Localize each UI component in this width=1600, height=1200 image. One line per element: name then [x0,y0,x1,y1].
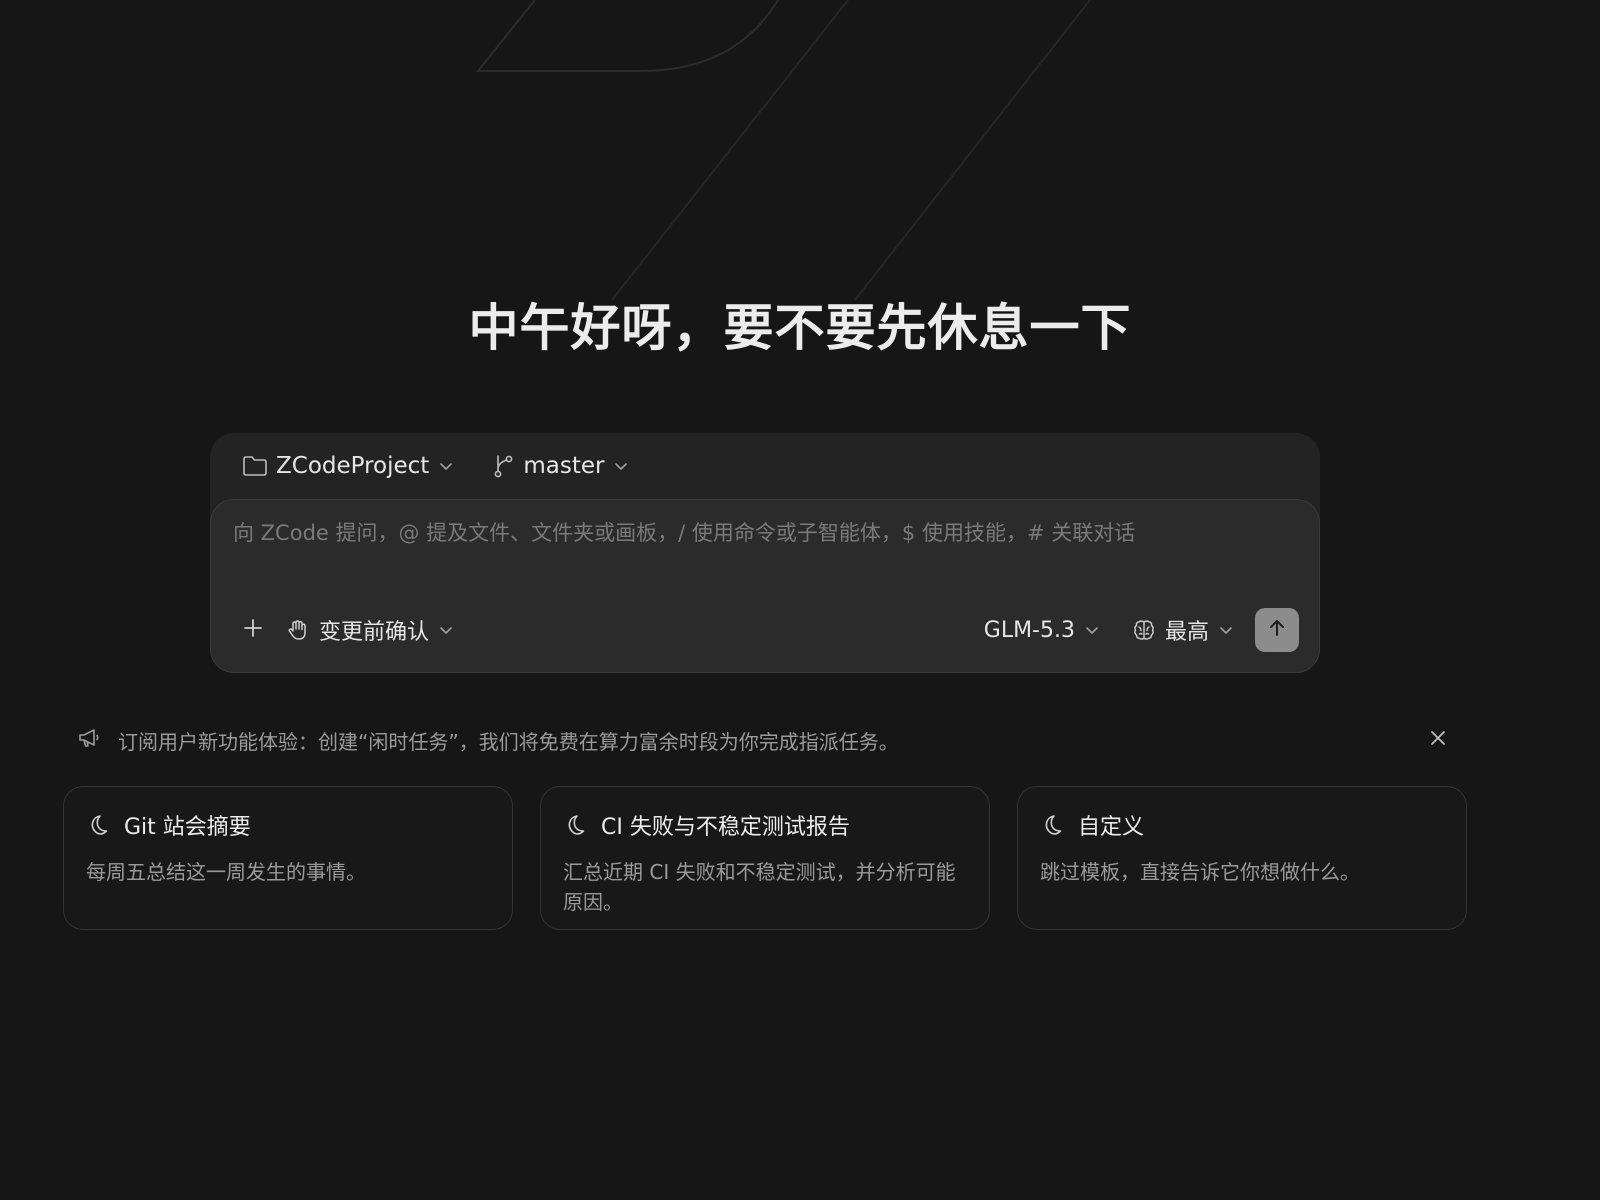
card-title: Git 站会摘要 [124,815,251,840]
moon-icon [86,813,110,837]
template-card-ci-report[interactable]: CI 失败与不稳定测试报告 汇总近期 CI 失败和不稳定测试，并分析可能原因。 [540,786,990,930]
composer-context-bar: ZCodeProject master [210,433,1320,499]
close-notice-button[interactable] [1420,722,1456,758]
notice-text: 订阅用户新功能体验：创建“闲时任务”，我们将免费在算力富余时段为你完成指派任务。 [118,729,899,754]
chevron-down-icon [1219,625,1233,635]
brain-icon [1131,617,1157,643]
task-template-cards: Git 站会摘要 每周五总结这一周发生的事情。 CI 失败与不稳定测试报告 汇总… [63,786,1467,930]
card-title: 自定义 [1078,815,1145,840]
chevron-down-icon [614,461,628,471]
megaphone-icon [76,725,102,755]
moon-icon [1040,813,1064,837]
model-selector[interactable]: GLM-5.3 [984,618,1099,643]
arrow-up-icon [1266,617,1288,643]
plus-icon [242,617,264,643]
branch-selector[interactable]: master [493,453,628,479]
feature-notice: 订阅用户新功能体验：创建“闲时任务”，我们将免费在算力富余时段为你完成指派任务。 [76,722,1456,758]
card-title: CI 失败与不稳定测试报告 [601,815,850,840]
template-card-git-standup[interactable]: Git 站会摘要 每周五总结这一周发生的事情。 [63,786,513,930]
chevron-down-icon [439,461,453,471]
moon-icon [563,813,587,837]
page-title: 中午好呀，要不要先休息一下 [468,299,1132,357]
chevron-down-icon [1085,625,1099,635]
reasoning-effort-label: 最高 [1164,620,1209,645]
hand-icon [285,617,311,643]
add-attachment-button[interactable] [231,608,275,652]
send-button[interactable] [1255,608,1299,652]
prompt-input[interactable] [231,512,1295,554]
composer: ZCodeProject master 向 ZCode 提问，@ 提及文件、文件… [210,433,1320,673]
chevron-down-icon [439,625,453,635]
model-label: GLM-5.3 [983,617,1075,643]
card-description: 跳过模板，直接告诉它你想做什么。 [1040,860,1360,884]
folder-icon [242,455,268,477]
project-label: ZCodeProject [276,453,430,479]
template-card-custom[interactable]: 自定义 跳过模板，直接告诉它你想做什么。 [1017,786,1467,930]
app-window: 中午好呀，要不要先休息一下 ZCodeProject master 向 ZCod… [0,0,1600,1200]
approval-mode-label: 变更前确认 [319,620,430,645]
branch-label: master [523,453,605,479]
composer-input-box: 变更前确认 GLM-5.3 最高 [210,499,1320,673]
git-branch-icon [493,454,515,478]
close-icon [1428,728,1448,752]
reasoning-effort-selector[interactable]: 最高 [1131,614,1233,646]
card-description: 每周五总结这一周发生的事情。 [86,860,366,884]
composer-toolbar: 变更前确认 GLM-5.3 最高 [231,608,1299,652]
card-description: 汇总近期 CI 失败和不稳定测试，并分析可能原因。 [563,860,956,914]
project-selector[interactable]: ZCodeProject [242,453,453,479]
approval-mode-selector[interactable]: 变更前确认 [285,614,453,646]
